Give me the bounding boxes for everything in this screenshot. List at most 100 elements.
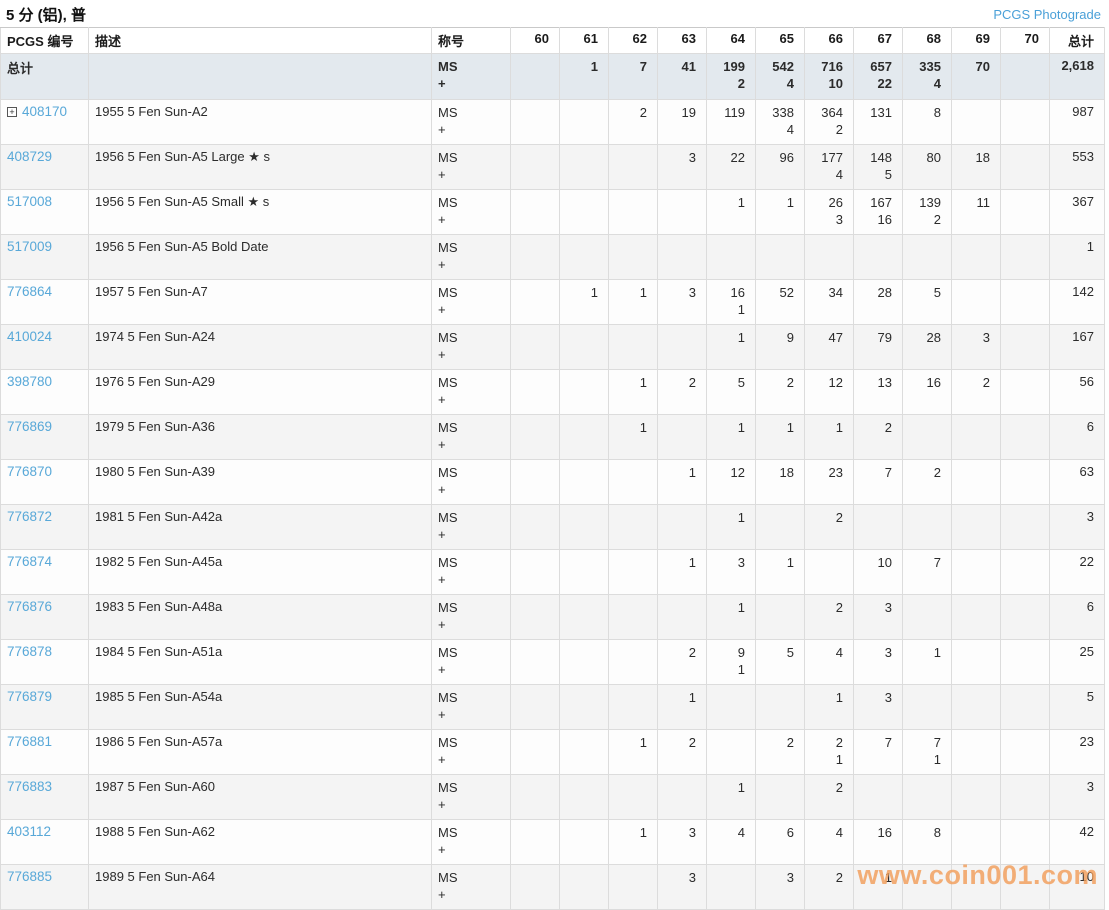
row7-grade-cell-62: 1 — [608, 414, 658, 460]
grade-plus-count: 4 — [933, 76, 941, 91]
row3-grade-cell-66 — [804, 234, 854, 280]
col-header-63: 63 — [657, 27, 707, 54]
pcgs-link[interactable]: 776869 — [7, 419, 52, 434]
pcgs-link[interactable]: 776878 — [7, 644, 52, 659]
row7-grade-cell-64: 1 — [706, 414, 756, 460]
row7-grade-cell-61 — [559, 414, 609, 460]
total-grade-cell-64: 199 2 — [706, 53, 756, 100]
col-header-65: 65 — [755, 27, 805, 54]
row8-grade-cell-61 — [559, 459, 609, 505]
row6-grade-cell-63: 2 — [657, 369, 707, 415]
col-header-designation: 称号 — [431, 27, 511, 54]
total-grade-cell-68: 335 4 — [902, 53, 952, 100]
row16-grade-cell-67: 16 — [853, 819, 903, 865]
row0-grade-cell-67: 131 — [853, 99, 903, 145]
row3-grade-cell-67 — [853, 234, 903, 280]
pcgs-link[interactable]: 403112 — [7, 824, 51, 839]
pcgs-link[interactable]: 408729 — [7, 149, 52, 164]
grade-ms-count: 2 — [933, 465, 941, 480]
col-header-61: 61 — [559, 27, 609, 54]
grade-ms-count: 131 — [870, 105, 892, 120]
pcgs-link[interactable]: 776874 — [7, 554, 52, 569]
row8-grade-cell-66: 23 — [804, 459, 854, 505]
total-grade-cell-69: 70 — [951, 53, 1001, 100]
row15-grade-cell-67 — [853, 774, 903, 820]
table-row: 776878 1984 5 Fen Sun-A51a MS +2 9 1 5 4 3 1 25 — [0, 639, 1105, 685]
total-grade-cell-60 — [510, 53, 560, 100]
pcgs-link[interactable]: 410024 — [7, 329, 52, 344]
pcgs-link[interactable]: 517009 — [7, 239, 52, 254]
row6-grade-cell-68: 16 — [902, 369, 952, 415]
designation-ms: MS — [438, 465, 458, 480]
row17-grade-cell-61 — [559, 864, 609, 910]
row16-grade-cell-65: 6 — [755, 819, 805, 865]
row-total: 63 — [1049, 459, 1105, 505]
designation-ms: MS — [438, 375, 458, 390]
row15-grade-cell-65 — [755, 774, 805, 820]
pcgs-link[interactable]: 776876 — [7, 599, 52, 614]
table-row: 776869 1979 5 Fen Sun-A36 MS +1 1 1 1 2 6 — [0, 414, 1105, 460]
row9-grade-cell-62 — [608, 504, 658, 550]
designation-cell: MS + — [431, 864, 511, 910]
pcgs-link[interactable]: 776881 — [7, 734, 52, 749]
row6-grade-cell-66: 12 — [804, 369, 854, 415]
grade-ms-count: 1 — [639, 375, 647, 390]
row12-grade-cell-63: 2 — [657, 639, 707, 685]
designation-plus: + — [438, 76, 446, 91]
grade-ms-count: 16 — [926, 375, 941, 390]
grade-ms-count: 18 — [779, 465, 794, 480]
row10-grade-cell-64: 3 — [706, 549, 756, 595]
row7-grade-cell-69 — [951, 414, 1001, 460]
pcgs-link[interactable]: 776872 — [7, 509, 52, 524]
row10-grade-cell-66 — [804, 549, 854, 595]
pcgs-link[interactable]: 776870 — [7, 464, 52, 479]
row4-grade-cell-62: 1 — [608, 279, 658, 325]
row4-grade-cell-69 — [951, 279, 1001, 325]
designation-ms: MS — [438, 420, 458, 435]
grade-ms-count: 5 — [933, 285, 941, 300]
row2-grade-cell-67: 167 16 — [853, 189, 903, 235]
designation-plus: + — [438, 887, 446, 902]
row7-grade-cell-66: 1 — [804, 414, 854, 460]
row3-grade-cell-70 — [1000, 234, 1050, 280]
designation-plus: + — [438, 257, 446, 272]
photograde-link[interactable]: PCGS Photograde — [993, 7, 1101, 22]
grade-ms-count: 119 — [724, 105, 745, 120]
grade-ms-count: 4 — [737, 825, 745, 840]
pcgs-link[interactable]: 776885 — [7, 869, 52, 884]
row-total: 987 — [1049, 99, 1105, 145]
grade-ms-count: 1 — [639, 825, 647, 840]
pcgs-link[interactable]: 776883 — [7, 779, 52, 794]
row11-grade-cell-62 — [608, 594, 658, 640]
row14-grade-cell-61 — [559, 729, 609, 775]
pcgs-link[interactable]: 517008 — [7, 194, 52, 209]
pcgs-link[interactable]: 776879 — [7, 689, 52, 704]
row-description: 1981 5 Fen Sun-A42a — [88, 504, 432, 550]
row-total: 25 — [1049, 639, 1105, 685]
row2-grade-cell-68: 139 2 — [902, 189, 952, 235]
row0-grade-cell-65: 338 4 — [755, 99, 805, 145]
row0-grade-cell-64: 119 — [706, 99, 756, 145]
row12-grade-cell-70 — [1000, 639, 1050, 685]
row4-grade-cell-61: 1 — [559, 279, 609, 325]
grade-ms-count: 13 — [877, 375, 892, 390]
row15-grade-cell-63 — [657, 774, 707, 820]
pcgs-cell: 408729 — [0, 144, 89, 190]
row-total: 367 — [1049, 189, 1105, 235]
row14-grade-cell-65: 2 — [755, 729, 805, 775]
row17-grade-cell-62 — [608, 864, 658, 910]
grade-ms-count: 79 — [877, 330, 892, 345]
pcgs-link[interactable]: 398780 — [7, 374, 52, 389]
row8-grade-cell-60 — [510, 459, 560, 505]
pcgs-link[interactable]: 408170 — [22, 104, 67, 119]
row10-grade-cell-63: 1 — [657, 549, 707, 595]
designation-cell: MS + — [431, 369, 511, 415]
col-header-67: 67 — [853, 27, 903, 54]
row4-grade-cell-70 — [1000, 279, 1050, 325]
col-header-69: 69 — [951, 27, 1001, 54]
expand-icon[interactable]: + — [7, 107, 17, 117]
designation-ms: MS — [438, 645, 458, 660]
row-description: 1988 5 Fen Sun-A62 — [88, 819, 432, 865]
pcgs-link[interactable]: 776864 — [7, 284, 52, 299]
row8-grade-cell-64: 12 — [706, 459, 756, 505]
